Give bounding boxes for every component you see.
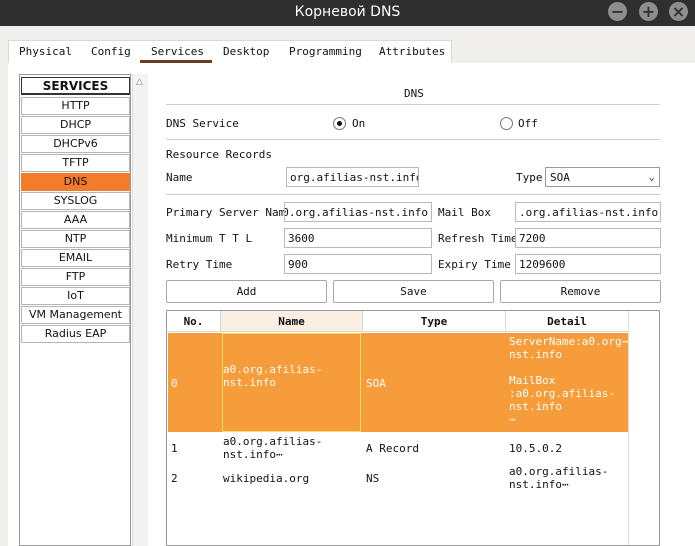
- tab-attributes[interactable]: Attributes: [379, 45, 445, 58]
- chevron-down-icon: ⌄: [648, 170, 655, 183]
- sidebar-header: SERVICES: [21, 77, 130, 95]
- dns-off-label: Off: [518, 117, 538, 130]
- save-button[interactable]: Save: [333, 280, 494, 303]
- mailbox-input[interactable]: .org.afilias-nst.info: [515, 202, 661, 222]
- tab-desktop[interactable]: Desktop: [223, 45, 269, 58]
- sidebar-item-aaa[interactable]: AAA: [21, 211, 130, 229]
- type-select[interactable]: SOA ⌄: [545, 167, 660, 187]
- row-1-name: a0.org.afilias- nst.info⋯: [223, 435, 323, 461]
- dns-off-radio[interactable]: [500, 117, 513, 130]
- scroll-up-icon[interactable]: △: [136, 77, 143, 87]
- row-0-no: 0: [171, 377, 178, 390]
- refresh-time-input[interactable]: 7200: [515, 228, 661, 248]
- column-header-no[interactable]: No.: [167, 311, 221, 332]
- row-0-name: a0.org.afilias- nst.info: [223, 363, 323, 389]
- row-1-type: A Record: [366, 442, 419, 455]
- sidebar-item-tftp[interactable]: TFTP: [21, 154, 130, 172]
- records-table: No. Name Type Detail 0 a0.org.afilias- n…: [166, 310, 660, 546]
- expiry-time-input[interactable]: 1209600: [515, 254, 661, 274]
- tab-physical[interactable]: Physical: [19, 45, 72, 58]
- row-2-type: NS: [366, 472, 380, 485]
- row-0-type: SOA: [366, 377, 386, 390]
- minimum-ttl-input[interactable]: 3600: [284, 228, 432, 248]
- sidebar-item-email[interactable]: EMAIL: [21, 249, 130, 267]
- sidebar-item-http[interactable]: HTTP: [21, 97, 130, 115]
- title-bar: Корневой DNS − + ×: [0, 0, 695, 26]
- dns-on-label: On: [352, 117, 366, 130]
- sidebar-item-ntp[interactable]: NTP: [21, 230, 130, 248]
- services-sidebar: SERVICES HTTP DHCP DHCPv6 TFTP DNS SYSLO…: [19, 74, 131, 546]
- type-label: Type: [516, 171, 543, 184]
- primary-server-label: Primary Server Name: [166, 206, 292, 219]
- tab-services[interactable]: Services: [151, 45, 204, 58]
- tab-programming[interactable]: Programming: [289, 45, 362, 58]
- resource-records-label: Resource Records: [166, 148, 272, 161]
- tab-config[interactable]: Config: [91, 45, 131, 58]
- row-2-detail: a0.org.afilias- nst.info⋯: [509, 465, 609, 491]
- refresh-time-label: Refresh Time: [438, 232, 518, 245]
- name-input[interactable]: org.afilias-nst.info: [286, 167, 419, 187]
- column-header-detail[interactable]: Detail: [506, 311, 629, 332]
- sidebar-item-vm-management[interactable]: VM Management: [21, 306, 130, 324]
- sidebar-scrollbar[interactable]: △: [132, 74, 148, 546]
- column-header-type[interactable]: Type: [363, 311, 506, 332]
- row-2-name: wikipedia.org: [223, 472, 310, 485]
- sidebar-item-dns[interactable]: DNS: [21, 173, 130, 191]
- divider: [166, 194, 660, 195]
- dns-service-label: DNS Service: [166, 117, 239, 130]
- maximize-icon[interactable]: +: [639, 2, 658, 21]
- window-title: Корневой DNS: [294, 4, 401, 20]
- minimum-ttl-label: Minimum T T L: [166, 232, 253, 245]
- sidebar-item-iot[interactable]: IoT: [21, 287, 130, 305]
- table-scrollbar[interactable]: [628, 311, 659, 545]
- primary-server-input[interactable]: a0.org.afilias-nst.info: [284, 202, 432, 222]
- dns-on-radio[interactable]: [333, 117, 346, 130]
- primary-server-value: a0.org.afilias-nst.info: [284, 206, 428, 219]
- divider: [166, 104, 660, 105]
- remove-button[interactable]: Remove: [500, 280, 661, 303]
- retry-time-input[interactable]: 900: [284, 254, 432, 274]
- sidebar-item-ftp[interactable]: FTP: [21, 268, 130, 286]
- row-0-detail: ServerName:a0.org⋯ nst.info MailBox :a0.…: [509, 335, 629, 426]
- sidebar-item-dhcpv6[interactable]: DHCPv6: [21, 135, 130, 153]
- minimize-icon[interactable]: −: [608, 2, 627, 21]
- name-label: Name: [166, 171, 193, 184]
- column-header-name[interactable]: Name: [221, 311, 363, 332]
- retry-time-label: Retry Time: [166, 258, 233, 271]
- mailbox-label: Mail Box: [438, 206, 491, 219]
- dns-heading: DNS: [404, 87, 424, 100]
- row-1-detail: 10.5.0.2: [509, 442, 562, 455]
- add-button[interactable]: Add: [166, 280, 327, 303]
- tab-bar: Physical Config Services Desktop Program…: [8, 40, 452, 64]
- row-1-no: 1: [171, 442, 178, 455]
- sidebar-item-dhcp[interactable]: DHCP: [21, 116, 130, 134]
- sidebar-item-syslog[interactable]: SYSLOG: [21, 192, 130, 210]
- sidebar-item-radius-eap[interactable]: Radius EAP: [21, 325, 130, 343]
- expiry-time-label: Expiry Time: [438, 258, 511, 271]
- type-select-value: SOA: [550, 171, 570, 184]
- divider: [166, 139, 660, 140]
- row-2-no: 2: [171, 472, 178, 485]
- close-icon[interactable]: ×: [669, 2, 688, 21]
